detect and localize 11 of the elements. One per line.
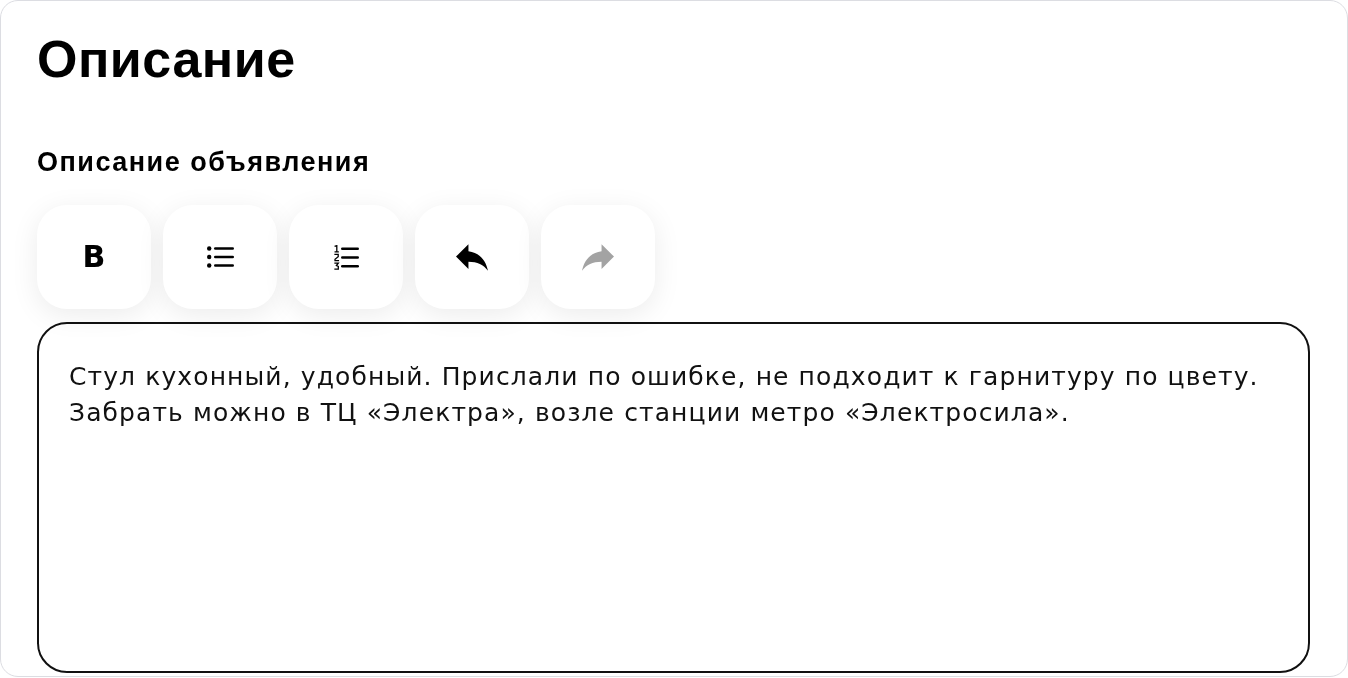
undo-icon	[456, 243, 488, 271]
redo-icon	[582, 243, 614, 271]
numbered-list-icon	[333, 244, 359, 270]
undo-button[interactable]	[415, 205, 529, 309]
section-title: Описание	[37, 29, 297, 90]
field-label: Описание объявления	[37, 147, 372, 177]
numbered-list-button[interactable]	[289, 205, 403, 309]
description-field[interactable]: Стул кухонный, удобный. Прислали по ошибке, не подходит к гарнитуру по цвету. Забрать можно в ТЦ «Электра», возле станции метро «Электросила».	[37, 322, 1310, 673]
bulleted-list-button[interactable]	[163, 205, 277, 309]
bold-button[interactable]: B	[37, 205, 151, 309]
bulleted-list-icon	[206, 246, 234, 268]
